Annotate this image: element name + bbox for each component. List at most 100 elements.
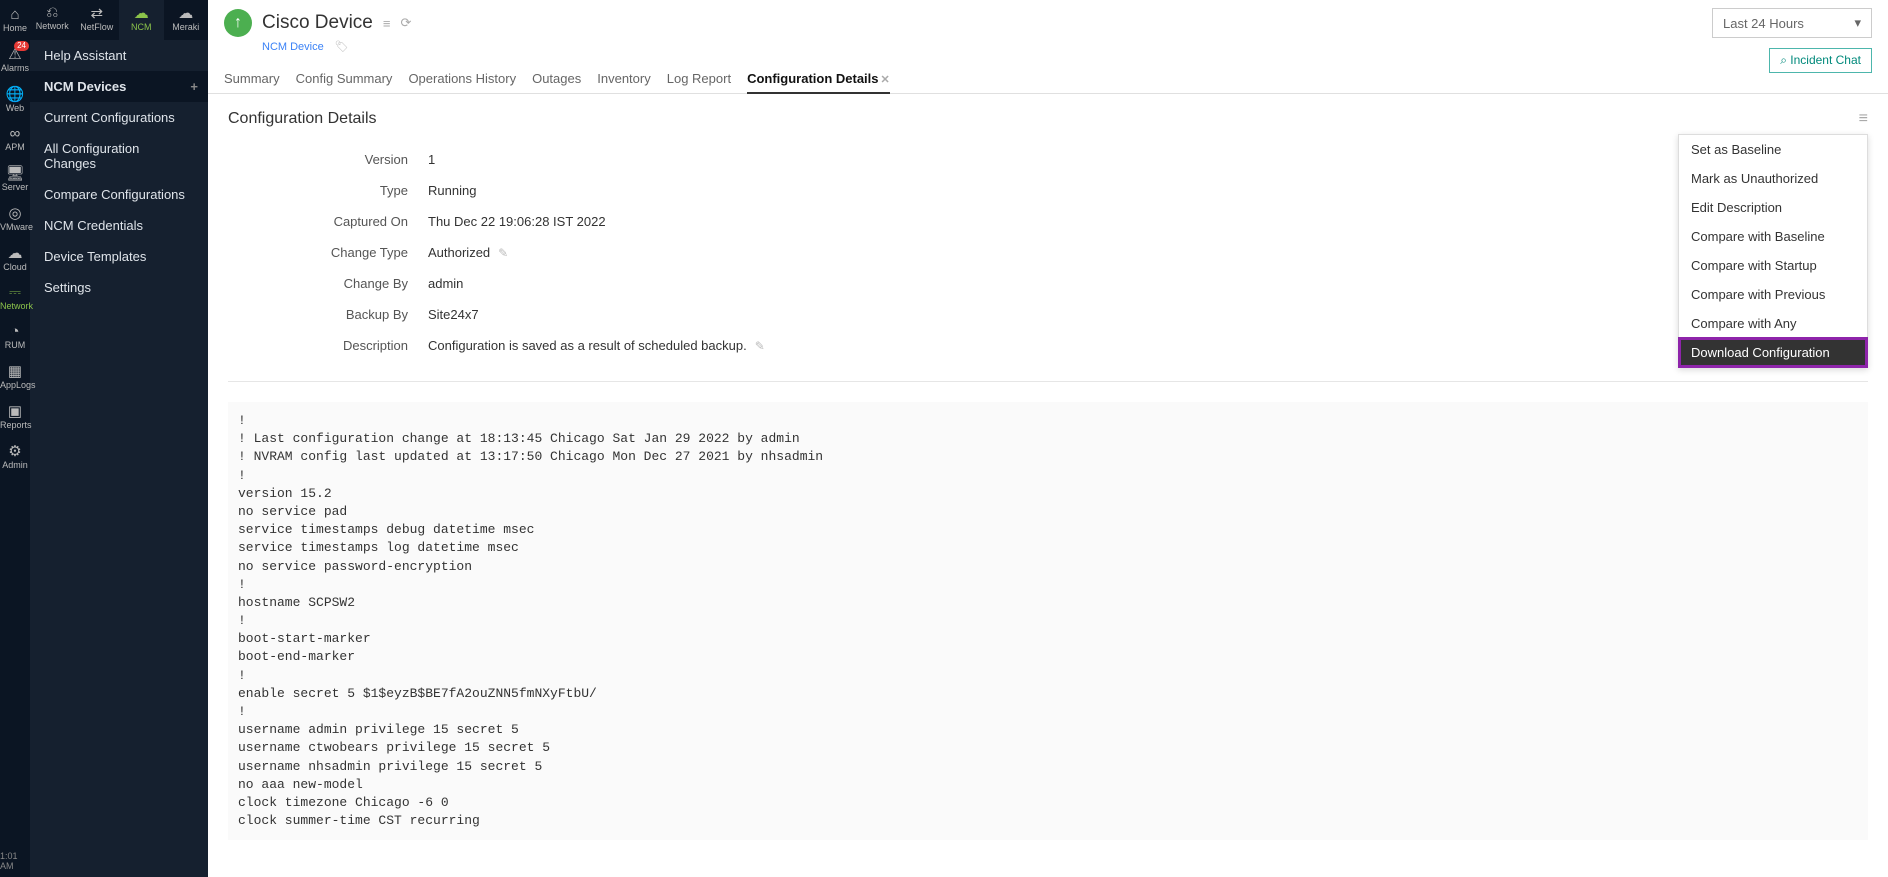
breadcrumb-link[interactable]: NCM Device <box>262 41 324 53</box>
detail-row-backup-by: Backup BySite24x7 <box>228 299 1868 330</box>
detail-value: Running <box>428 183 476 198</box>
iconbar-item-cloud[interactable]: ☁Cloud <box>0 238 30 278</box>
sidebar-item-ncm-credentials[interactable]: NCM Credentials <box>30 210 208 241</box>
action-dropdown: Set as BaselineMark as UnauthorizedEdit … <box>1678 134 1868 368</box>
topnav-ncm[interactable]: ☁NCM <box>119 0 164 40</box>
chat-icon: ⌕ <box>1780 53 1790 67</box>
rum-icon: ◔ <box>0 323 30 340</box>
menu-compare-with-baseline[interactable]: Compare with Baseline <box>1679 222 1867 251</box>
detail-value: Authorized✎ <box>428 245 508 260</box>
iconbar-item-reports[interactable]: ▣Reports <box>0 396 30 436</box>
detail-row-description: DescriptionConfiguration is saved as a r… <box>228 330 1868 361</box>
sidebar-item-settings[interactable]: Settings <box>30 272 208 303</box>
detail-row-type: TypeRunning <box>228 175 1868 206</box>
incident-chat-button[interactable]: ⌕ Incident Chat <box>1769 48 1872 73</box>
vmware-icon: ◎ <box>0 204 30 222</box>
iconbar-item-applogs[interactable]: ▦AppLogs <box>0 356 30 396</box>
web-icon: 🌐 <box>0 85 30 103</box>
page-header: ↑ Cisco Device ≡ ⟳ Last 24 Hours ▾ <box>208 0 1888 38</box>
tab-operations-history[interactable]: Operations History <box>408 65 516 93</box>
detail-value: 1 <box>428 152 435 167</box>
iconbar-item-server[interactable]: 🖥Server <box>0 158 30 198</box>
iconbar-item-vmware[interactable]: ◎VMware <box>0 198 30 238</box>
close-icon[interactable]: ✕ <box>881 74 890 86</box>
netflow-icon: ⇄ <box>75 4 120 22</box>
iconbar-item-rum[interactable]: ◔RUM <box>0 317 30 356</box>
timerange-label: Last 24 Hours <box>1723 16 1804 31</box>
tab-config-summary[interactable]: Config Summary <box>296 65 393 93</box>
iconbar-item-home[interactable]: ⌂Home <box>0 0 30 39</box>
top-nav: ⎌Network⇄NetFlow☁NCM☁Meraki <box>30 0 208 40</box>
sidebar-item-help-assistant[interactable]: Help Assistant <box>30 40 208 71</box>
chevron-down-icon: ▾ <box>1854 15 1861 31</box>
detail-key: Backup By <box>228 307 428 322</box>
home-icon: ⌂ <box>0 6 30 23</box>
tag-icon[interactable]: 🏷 <box>335 41 349 53</box>
detail-key: Version <box>228 152 428 167</box>
edit-icon[interactable]: ✎ <box>498 246 508 260</box>
sidebar-item-device-templates[interactable]: Device Templates <box>30 241 208 272</box>
content: Configuration Details ≡ Version1TypeRunn… <box>208 94 1888 877</box>
refresh-icon[interactable]: ⟳ <box>400 15 411 31</box>
cloud-icon: ☁ <box>0 244 30 262</box>
tab-summary[interactable]: Summary <box>224 65 280 93</box>
timerange-select[interactable]: Last 24 Hours ▾ <box>1712 8 1872 38</box>
page-title: Cisco Device <box>262 12 373 34</box>
detail-value: Site24x7 <box>428 307 479 322</box>
sidebar-item-compare-configurations[interactable]: Compare Configurations <box>30 179 208 210</box>
topnav-netflow[interactable]: ⇄NetFlow <box>75 0 120 40</box>
menu-compare-with-startup[interactable]: Compare with Startup <box>1679 251 1867 280</box>
detail-value: Thu Dec 22 19:06:28 IST 2022 <box>428 214 606 229</box>
status-up-icon: ↑ <box>224 9 252 37</box>
ncm-icon: ☁ <box>119 4 164 22</box>
section-menu-icon[interactable]: ≡ <box>1859 110 1868 128</box>
menu-set-as-baseline[interactable]: Set as Baseline <box>1679 135 1867 164</box>
edit-icon[interactable]: ✎ <box>755 339 765 353</box>
configuration-text: ! ! Last configuration change at 18:13:4… <box>228 402 1868 840</box>
menu-download-configuration[interactable]: Download Configuration <box>1679 338 1867 367</box>
sidebar-item-ncm-devices[interactable]: NCM Devices+ <box>30 71 208 102</box>
section-title-row: Configuration Details ≡ <box>228 110 1868 128</box>
tab-outages[interactable]: Outages <box>532 65 581 93</box>
network-icon: ⎌ <box>30 4 75 21</box>
badge: 24 <box>14 41 29 51</box>
topnav-network[interactable]: ⎌Network <box>30 0 75 40</box>
left-iconbar: ⌂Home⚠Alarms24🌐Web∞APM🖥Server◎VMware☁Clo… <box>0 0 30 877</box>
tab-log-report[interactable]: Log Report <box>667 65 731 93</box>
detail-key: Change Type <box>228 245 428 260</box>
tabs: Summary Config Summary Operations History O… <box>208 65 1888 94</box>
detail-key: Captured On <box>228 214 428 229</box>
detail-row-change-type: Change TypeAuthorized✎ <box>228 237 1868 268</box>
server-icon: 🖥 <box>0 164 30 182</box>
detail-key: Change By <box>228 276 428 291</box>
details-list: Version1TypeRunningCaptured OnThu Dec 22… <box>228 144 1868 361</box>
tab-inventory[interactable]: Inventory <box>597 65 650 93</box>
menu-mark-as-unauthorized[interactable]: Mark as Unauthorized <box>1679 164 1867 193</box>
iconbar-item-alarms[interactable]: ⚠Alarms24 <box>0 39 30 79</box>
iconbar-item-network[interactable]: ⎓Network <box>0 278 30 317</box>
detail-row-change-by: Change Byadmin <box>228 268 1868 299</box>
apm-icon: ∞ <box>0 125 30 142</box>
detail-row-captured-on: Captured OnThu Dec 22 19:06:28 IST 2022 <box>228 206 1868 237</box>
iconbar-item-web[interactable]: 🌐Web <box>0 79 30 119</box>
sidebar-item-current-configurations[interactable]: Current Configurations <box>30 102 208 133</box>
breadcrumb: NCM Device 🏷 <box>208 38 1888 61</box>
title-menu-icon[interactable]: ≡ <box>383 16 391 31</box>
meraki-icon: ☁ <box>164 4 209 22</box>
detail-key: Description <box>228 338 428 353</box>
iconbar-item-apm[interactable]: ∞APM <box>0 119 30 158</box>
sidebar-item-all-configuration-changes[interactable]: All Configuration Changes <box>30 133 208 179</box>
add-icon[interactable]: + <box>190 79 198 94</box>
network-icon: ⎓ <box>0 284 30 301</box>
section-title: Configuration Details <box>228 110 377 128</box>
detail-row-version: Version1 <box>228 144 1868 175</box>
topnav-meraki[interactable]: ☁Meraki <box>164 0 209 40</box>
tab-configuration-details[interactable]: Configuration Details✕ <box>747 65 890 94</box>
iconbar-item-admin[interactable]: ⚙Admin <box>0 436 30 476</box>
menu-compare-with-previous[interactable]: Compare with Previous <box>1679 280 1867 309</box>
menu-edit-description[interactable]: Edit Description <box>1679 193 1867 222</box>
sidebar: Help AssistantNCM Devices+Current Config… <box>30 0 208 877</box>
detail-value: admin <box>428 276 463 291</box>
reports-icon: ▣ <box>0 402 30 420</box>
menu-compare-with-any[interactable]: Compare with Any <box>1679 309 1867 338</box>
